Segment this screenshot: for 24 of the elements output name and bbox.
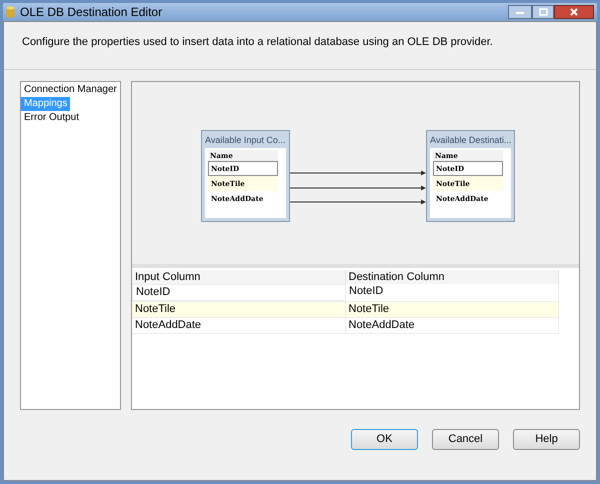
restore-icon bbox=[538, 8, 548, 16]
window-title: OLE DB Destination Editor bbox=[20, 4, 164, 21]
dialog-button[interactable]: OK bbox=[351, 429, 418, 450]
table-cell[interactable]: NoteTile bbox=[346, 302, 559, 317]
page-list-item[interactable]: Connection Manager bbox=[21, 83, 120, 97]
close-icon bbox=[570, 8, 578, 16]
minimize-button[interactable] bbox=[508, 5, 532, 19]
minimize-icon bbox=[516, 10, 524, 14]
panel-title: Available Destinati... bbox=[430, 134, 511, 146]
dialog-button[interactable]: Cancel bbox=[432, 429, 499, 450]
table-cell[interactable]: NoteTile bbox=[132, 302, 346, 317]
restore-button[interactable] bbox=[532, 5, 554, 19]
close-button[interactable] bbox=[554, 5, 594, 19]
table-cell[interactable]: NoteID bbox=[132, 284, 346, 301]
description-text: Configure the properties used to insert data into a relational database using an OLE DB provider. bbox=[22, 36, 493, 48]
dialog-button[interactable]: Help bbox=[513, 429, 580, 450]
column-header: Input Column bbox=[132, 270, 346, 284]
column-header: Destination Column bbox=[346, 270, 559, 284]
page-list-item[interactable]: Error Output bbox=[21, 111, 82, 125]
table-cell[interactable]: NoteAddDate bbox=[346, 318, 559, 333]
panel-title: Available Input Co... bbox=[205, 134, 286, 146]
table-cell[interactable]: NoteAddDate bbox=[132, 318, 346, 333]
table-cell[interactable]: NoteID bbox=[346, 284, 559, 301]
database-icon bbox=[6, 6, 15, 18]
